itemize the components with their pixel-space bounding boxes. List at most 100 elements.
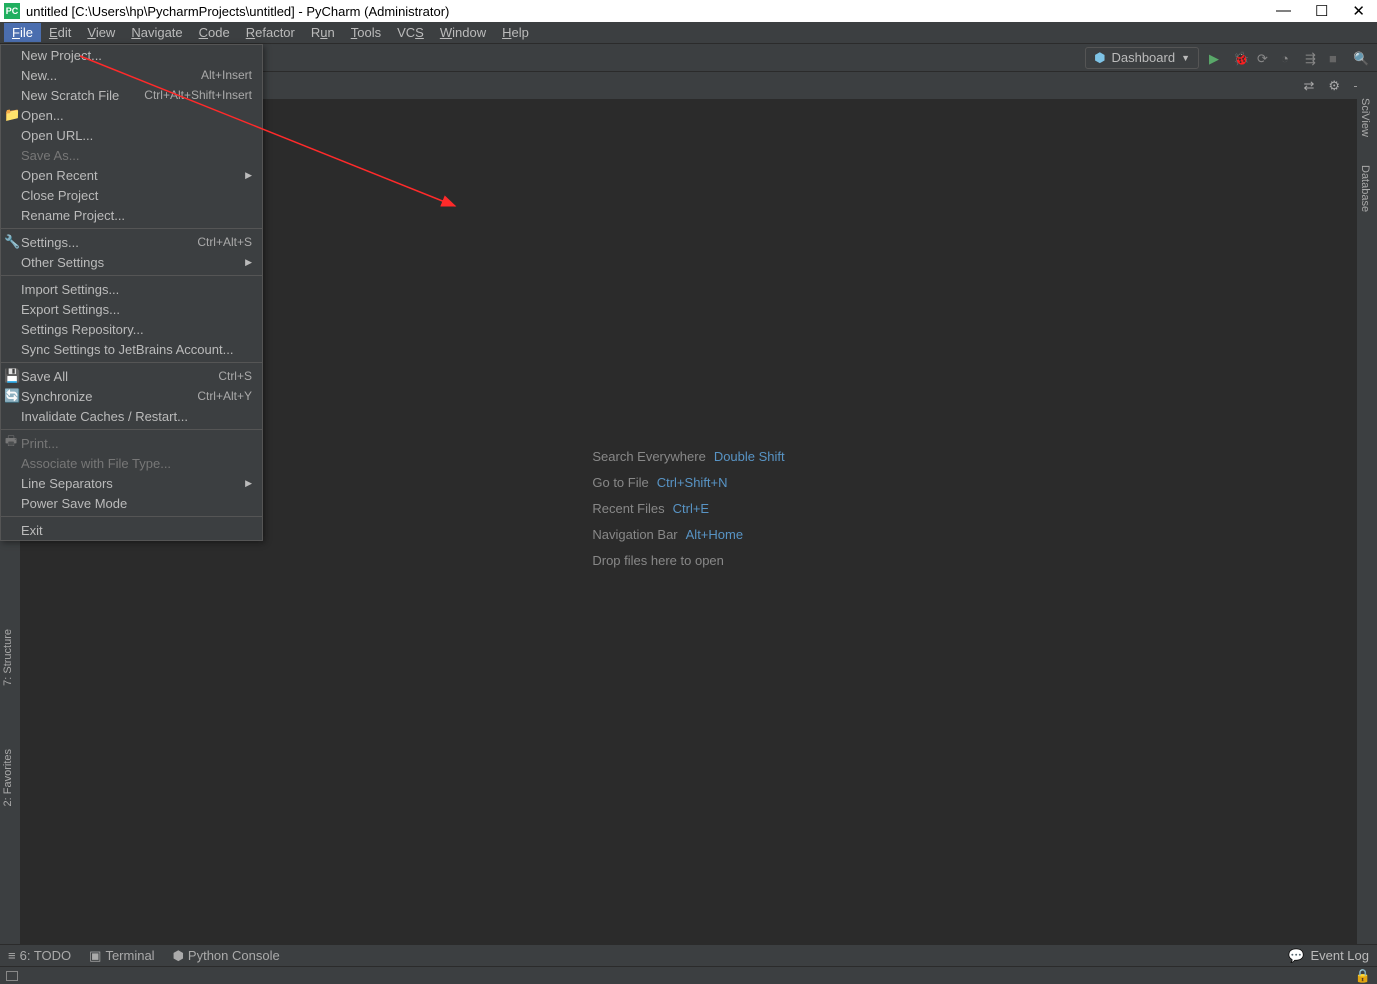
menu-item-icon: 🔄 (4, 388, 18, 404)
menu-item-label: Associate with File Type... (21, 456, 171, 471)
submenu-arrow-icon: ▶ (245, 478, 252, 489)
file-menu-other-settings[interactable]: Other Settings ▶ (1, 252, 262, 272)
gear-icon[interactable]: ⚙ (1324, 78, 1344, 94)
menu-item-label: Settings... (21, 235, 79, 250)
menu-item-shortcut: Alt+Insert (201, 68, 252, 82)
file-menu-export-settings[interactable]: Export Settings... (1, 299, 262, 319)
file-menu-sync-settings-to-jetbrains-account[interactable]: Sync Settings to JetBrains Account... (1, 339, 262, 359)
tab-structure[interactable]: 7: Structure (0, 621, 16, 694)
file-menu-line-separators[interactable]: Line Separators ▶ (1, 473, 262, 493)
lock-icon[interactable]: 🔒 (1355, 968, 1371, 984)
menu-item-label: Export Settings... (21, 302, 120, 317)
pycharm-icon: PC (4, 3, 20, 19)
window-title: untitled [C:\Users\hp\PycharmProjects\un… (26, 4, 449, 19)
menu-item-icon: 🖶 (4, 432, 18, 454)
tab-favorites[interactable]: 2: Favorites (0, 741, 16, 814)
menu-item-label: Save As... (21, 148, 80, 163)
menu-item-shortcut: Ctrl+Alt+Y (197, 389, 252, 403)
file-menu-invalidate-caches-restart[interactable]: Invalidate Caches / Restart... (1, 406, 262, 426)
stop-icon[interactable]: ■ (1329, 51, 1343, 65)
menu-vcs[interactable]: VCS (389, 23, 432, 42)
event-log-button[interactable]: Event Log (1310, 948, 1369, 963)
file-menu-new-scratch-file[interactable]: New Scratch FileCtrl+Alt+Shift+Insert (1, 85, 262, 105)
menu-item-label: Save All (21, 369, 68, 384)
run-coverage-icon[interactable]: ⟳ (1257, 51, 1271, 65)
file-menu-new-project[interactable]: New Project... (1, 45, 262, 65)
right-toolwindow-bar: SciView Database (1357, 72, 1377, 958)
menu-tools[interactable]: Tools (343, 23, 389, 42)
hint-search-everywhere: Search EverywhereDouble Shift (592, 448, 784, 464)
submenu-arrow-icon: ▶ (245, 257, 252, 268)
tab-python-console[interactable]: ⬢Python Console (173, 948, 280, 964)
file-menu-power-save-mode[interactable]: Power Save Mode (1, 493, 262, 513)
menu-refactor[interactable]: Refactor (238, 23, 303, 42)
file-menu-save-all[interactable]: 💾Save AllCtrl+S (1, 366, 262, 386)
menu-run[interactable]: Run (303, 23, 343, 42)
menu-item-icon: 🔧 (4, 234, 18, 250)
menu-item-label: Rename Project... (21, 208, 125, 223)
menu-item-shortcut: Ctrl+Alt+Shift+Insert (144, 88, 252, 102)
file-menu-associate-with-file-type: Associate with File Type... (1, 453, 262, 473)
menu-item-label: Power Save Mode (21, 496, 127, 511)
tab-todo[interactable]: ≡6: TODO (8, 948, 71, 963)
menu-item-icon: 📁 (4, 107, 18, 123)
profile-icon[interactable]: ◔ (1281, 51, 1295, 65)
menu-view[interactable]: View (79, 23, 123, 42)
search-icon[interactable]: 🔍 (1353, 51, 1367, 65)
hint-recent-files: Recent Files Ctrl+E (592, 500, 784, 516)
file-menu-rename-project[interactable]: Rename Project... (1, 205, 262, 225)
menu-edit[interactable]: Edit (41, 23, 79, 42)
window-controls: — ☐ ✕ (1276, 2, 1373, 20)
file-menu-settings-repository[interactable]: Settings Repository... (1, 319, 262, 339)
left-toolwindow-bar: 7: Structure 2: Favorites (0, 524, 20, 944)
file-menu-dropdown: New Project... New... Alt+Insert New Scratc… (0, 44, 263, 541)
file-menu-save-as: Save As... (1, 145, 262, 165)
hint-label: Navigation Bar (592, 527, 677, 542)
menu-item-label: Open URL... (21, 128, 93, 143)
concurrency-icon[interactable]: ⇶ (1305, 51, 1319, 65)
menu-window[interactable]: Window (432, 23, 494, 42)
run-config-label: Dashboard (1111, 50, 1175, 65)
menu-item-shortcut: Ctrl+S (218, 369, 252, 383)
menu-item-label: Sync Settings to JetBrains Account... (21, 342, 233, 357)
menu-item-label: Open Recent (21, 168, 98, 183)
file-menu-exit[interactable]: Exit (1, 520, 262, 540)
file-menu-close-project[interactable]: Close Project (1, 185, 262, 205)
hint-label: Recent Files (592, 501, 664, 516)
hint-go-to-file: Go to FileCtrl+Shift+N (592, 474, 784, 490)
file-menu-open-url[interactable]: Open URL... (1, 125, 262, 145)
close-button[interactable]: ✕ (1352, 2, 1365, 20)
file-menu-synchronize[interactable]: 🔄Synchronize Ctrl+Alt+Y (1, 386, 262, 406)
main-menubar: File Edit View Navigate Code Refactor Ru… (0, 22, 1377, 44)
menu-item-label: Other Settings (21, 255, 104, 270)
bottom-toolwindow-bar: ≡6: TODO ▣Terminal ⬢Python Console 💬 Eve… (0, 944, 1377, 966)
minimize-button[interactable]: — (1276, 2, 1291, 20)
editor-hints: Search EverywhereDouble Shift Go to FileC… (592, 438, 784, 578)
maximize-button[interactable]: ☐ (1315, 2, 1328, 20)
menu-help[interactable]: Help (494, 23, 537, 42)
window-titlebar: PC untitled [C:\Users\hp\PycharmProjects… (0, 0, 1377, 22)
hint-navigation-bar: Navigation Bar Alt+Home (592, 526, 784, 542)
menu-item-label: Line Separators (21, 476, 113, 491)
menu-item-label: New... (21, 68, 57, 83)
debug-icon[interactable]: 🐞 (1233, 51, 1247, 65)
run-config-selector[interactable]: ⬢ Dashboard ▼ (1085, 47, 1199, 69)
tab-terminal[interactable]: ▣Terminal (89, 948, 154, 964)
menu-file[interactable]: File (4, 23, 41, 42)
menu-code[interactable]: Code (191, 23, 238, 42)
tab-database[interactable]: Database (1357, 157, 1373, 220)
file-menu-settings[interactable]: 🔧Settings...Ctrl+Alt+S (1, 232, 262, 252)
run-icon[interactable]: ▶ (1209, 51, 1223, 65)
scroll-from-source-icon[interactable]: ⇄ (1299, 78, 1318, 94)
chevron-down-icon: ▼ (1181, 53, 1190, 63)
menu-item-label: Synchronize (21, 389, 93, 404)
file-menu-new[interactable]: New... Alt+Insert (1, 65, 262, 85)
file-menu-open[interactable]: 📁Open... (1, 105, 262, 125)
hint-shortcut: Alt+Home (686, 527, 743, 542)
file-menu-open-recent[interactable]: Open Recent▶ (1, 165, 262, 185)
toolwindow-toggle-icon[interactable] (6, 971, 18, 981)
file-menu-import-settings[interactable]: Import Settings... (1, 279, 262, 299)
tab-sciview[interactable]: SciView (1357, 90, 1373, 145)
menu-navigate[interactable]: Navigate (123, 23, 190, 42)
hint-shortcut: Ctrl+E (673, 501, 709, 516)
